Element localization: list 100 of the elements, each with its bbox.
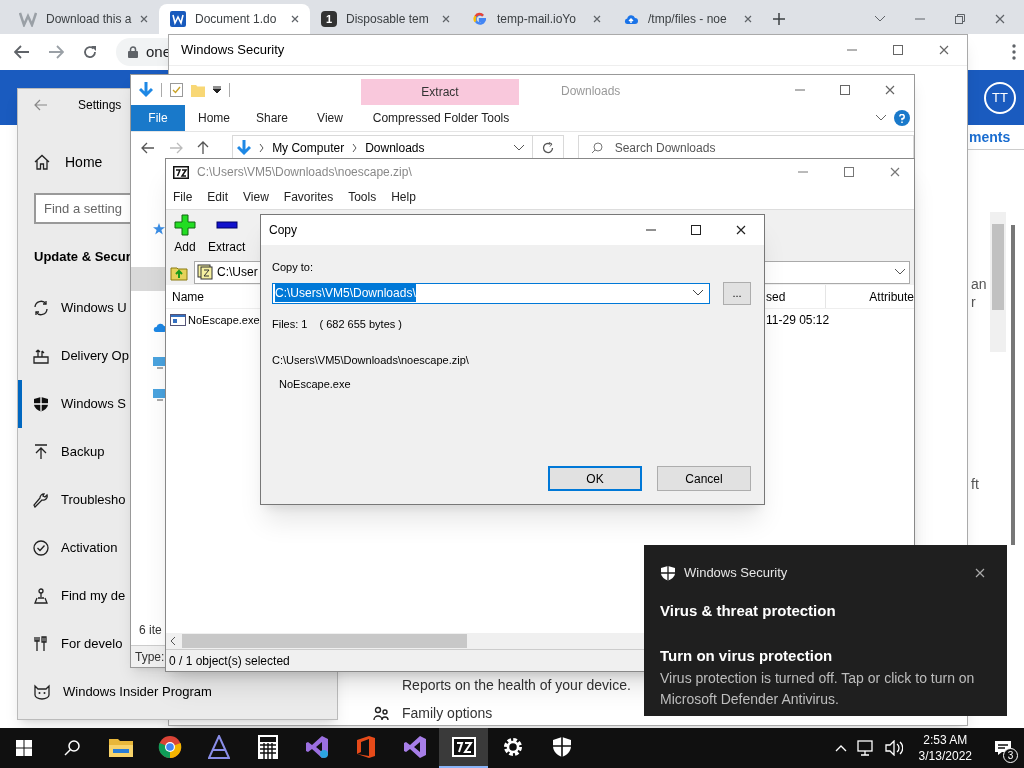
file-name: NoEscape.exe: [279, 378, 351, 390]
path-combobox[interactable]: C:\Users\VM5\Downloads\: [272, 282, 710, 304]
nav-item[interactable]: Windows U: [18, 284, 128, 332]
ribbon-tab[interactable]: View: [301, 105, 359, 131]
help-icon[interactable]: [894, 110, 910, 126]
window-title: Downloads: [561, 84, 621, 98]
menu-item[interactable]: Tools: [348, 188, 377, 206]
chevron-down-icon: [693, 290, 703, 296]
caret-icon[interactable]: [213, 86, 221, 94]
notification-heading: Virus & threat protection: [660, 601, 836, 619]
column-header[interactable]: sed: [766, 285, 826, 308]
status-text: 0 / 1 object(s) selected: [169, 652, 290, 670]
nav-item[interactable]: Home: [65, 151, 103, 173]
notification-title: Turn on virus protection: [660, 646, 833, 664]
status-text: Type:: [135, 648, 165, 666]
nav-item[interactable]: Windows Insider Program: [18, 668, 213, 716]
status-text: 6 ite: [139, 623, 162, 637]
delivery-icon: [33, 348, 49, 364]
nav-item[interactable]: Activation: [18, 524, 119, 572]
browser-tab[interactable]: Document 1.do: [159, 4, 310, 34]
toolbar-button[interactable]: Extract: [208, 213, 246, 256]
text: Reports on the health of your device.: [402, 675, 631, 695]
restore-icon[interactable]: [955, 14, 965, 24]
w-logo-icon: [19, 11, 37, 27]
person-pin-icon: [33, 588, 49, 604]
menu-item[interactable]: Edit: [207, 188, 229, 206]
nav-item[interactable]: Troublesho: [18, 476, 127, 524]
search-field[interactable]: Find a setting: [34, 193, 131, 224]
scrollbar[interactable]: [990, 212, 1006, 352]
maximize-icon[interactable]: [691, 225, 701, 235]
taskbar-button[interactable]: [439, 728, 488, 768]
chevron-down-icon[interactable]: [875, 16, 885, 22]
nav-item[interactable]: Backup: [18, 428, 106, 476]
ribbon-tab[interactable]: Compressed Folder Tools: [362, 105, 520, 131]
7zip-icon: [451, 737, 476, 757]
new-tab-icon[interactable]: [773, 13, 785, 25]
question-glyph-icon: [899, 113, 905, 123]
close-icon[interactable]: [975, 567, 985, 578]
link[interactable]: ments: [969, 127, 1011, 148]
refresh-icon: [33, 300, 49, 316]
properties-icon[interactable]: [170, 83, 183, 97]
chevron-up-icon[interactable]: [834, 744, 847, 752]
computer-icon: [153, 357, 167, 369]
field-label: Copy to:: [272, 260, 314, 275]
ribbon-tab[interactable]: Home: [185, 105, 243, 131]
menu-item[interactable]: View: [243, 188, 269, 206]
visual-studio-icon: [304, 735, 329, 759]
app-name: Windows Security: [684, 564, 788, 582]
ribbon-tab[interactable]: Share: [243, 105, 301, 131]
home-icon: [34, 154, 50, 170]
column-header[interactable]: Attribute: [826, 285, 914, 308]
download-icon[interactable]: [139, 82, 153, 98]
search-icon: [64, 740, 80, 756]
triangle-icon: [207, 735, 230, 759]
forward-icon[interactable]: [48, 45, 64, 59]
nav-item[interactable]: Find my de: [18, 572, 127, 620]
settings-icon: [501, 736, 524, 758]
back-icon[interactable]: [14, 45, 30, 59]
star-icon: [153, 223, 165, 235]
tab-favicon: 1: [321, 11, 337, 27]
back-icon[interactable]: [141, 141, 155, 154]
scroll-left-icon: [170, 637, 176, 645]
dialog-button[interactable]: OK: [548, 466, 642, 491]
folder-icon: [108, 737, 133, 757]
7zip-icon: [173, 165, 189, 179]
calculator-icon: [257, 735, 278, 759]
dialog-button[interactable]: Cancel: [657, 466, 751, 491]
chevron-down-icon[interactable]: [876, 115, 886, 121]
context-tab-label: Extract: [421, 84, 459, 101]
close-icon[interactable]: [736, 225, 746, 235]
path-text: C:\Users\VM5\Downloads\noescape.zip\: [272, 354, 469, 366]
text-fragment: an: [971, 276, 987, 292]
network-icon[interactable]: [856, 740, 875, 756]
plus-icon: [174, 213, 196, 236]
notification-badge: 3: [1003, 748, 1018, 763]
reload-icon[interactable]: [82, 44, 98, 60]
selection-highlight: [131, 267, 166, 291]
refresh-icon[interactable]: [541, 141, 554, 154]
notification-body: Virus protection is turned off. Tap or click to turn on Microsoft Defender Antivirus.: [660, 668, 976, 709]
nav-item[interactable]: Delivery Op: [18, 332, 130, 380]
table-cell-text: 11-29 05:12: [766, 312, 830, 329]
clock[interactable]: 2:53 AM 3/13/2022: [912, 732, 978, 764]
toolbar-button[interactable]: Add: [174, 213, 196, 256]
volume-icon[interactable]: [884, 740, 903, 756]
browse-button[interactable]: ...: [723, 281, 751, 305]
notification[interactable]: Windows Security Virus & threat protection Turn on virus protection Virus protection is turned off. Tap or click to turn on Microsoft Defender Antivirus.: [644, 545, 1007, 716]
more-icon[interactable]: [1012, 44, 1016, 60]
menu-item[interactable]: File: [173, 188, 193, 206]
section-heading: Update & Secur: [34, 249, 131, 264]
info-text: Files: 1: [272, 316, 308, 332]
shield-icon: [551, 736, 572, 758]
up-icon[interactable]: [197, 140, 209, 155]
close-icon[interactable]: [291, 15, 299, 23]
word-icon: [170, 11, 186, 27]
menu-item[interactable]: Help: [391, 188, 416, 206]
archive-icon: [197, 264, 213, 280]
nav-item[interactable]: For develo: [18, 620, 124, 668]
menu-item[interactable]: Favorites: [283, 188, 334, 206]
cat-icon: [33, 684, 51, 700]
avatar[interactable]: TT: [984, 81, 1016, 114]
